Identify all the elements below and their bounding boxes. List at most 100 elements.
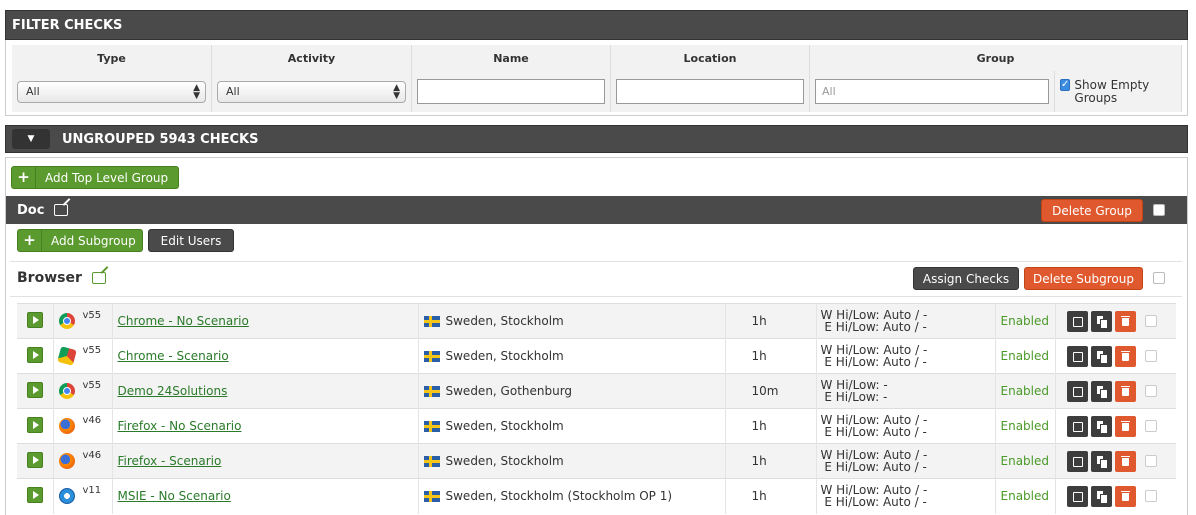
ungrouped-header[interactable]: ▼ UNGROUPED 5943 CHECKS [5, 125, 1188, 153]
check-status: Enabled [1000, 314, 1050, 328]
sweden-flag-icon [423, 351, 440, 362]
divider [10, 261, 1182, 262]
plus-icon: + [18, 230, 42, 251]
add-top-level-group-button[interactable]: + Add Top Level Group [11, 166, 179, 189]
error-threshold: E Hi/Low: Auto / - [820, 355, 927, 369]
type-select[interactable]: All ▲ ▼ [17, 80, 206, 103]
select-arrows-icon: ▲ ▼ [393, 82, 400, 101]
copy-check-icon[interactable] [1090, 345, 1112, 367]
copy-check-icon[interactable] [1090, 485, 1112, 507]
filter-col-location: Location [610, 45, 810, 71]
add-top-level-group-label: Add Top Level Group [45, 170, 169, 185]
subgroup-select-checkbox[interactable] [1153, 272, 1165, 284]
run-check-button[interactable] [27, 416, 43, 433]
activity-select-value: All [226, 84, 240, 98]
check-select-checkbox[interactable] [1144, 420, 1157, 432]
error-threshold: E Hi/Low: - [820, 390, 888, 404]
check-name-link[interactable]: Firefox - No Scenario [113, 419, 242, 433]
delete-group-label: Delete Group [1052, 203, 1132, 218]
run-check-button[interactable] [27, 451, 43, 468]
filter-checks-header: FILTER CHECKS [5, 10, 1188, 40]
group-select-checkbox[interactable] [1153, 204, 1165, 216]
edit-check-icon[interactable] [1066, 345, 1088, 367]
check-interval: 1h [751, 419, 767, 433]
delete-check-icon[interactable] [1114, 310, 1136, 332]
edit-group-icon[interactable] [54, 204, 69, 216]
error-threshold: E Hi/Low: Auto / - [820, 320, 927, 334]
copy-check-icon[interactable] [1090, 310, 1112, 332]
browser-version: v46 [82, 415, 102, 426]
assign-checks-label: Assign Checks [922, 271, 1010, 286]
filter-panel: Type Activity Name Location Group All ▲ ▼… [5, 40, 1188, 116]
location-input[interactable] [616, 79, 804, 104]
browser-version: v46 [82, 450, 102, 461]
assign-checks-button[interactable]: Assign Checks [913, 267, 1019, 290]
check-row: v55 Chrome - Scenario Sweden, Stockholm 1h W… [17, 338, 1176, 374]
check-interval: 1h [751, 489, 767, 504]
check-row: v55 Chrome - No Scenario Sweden, Stockholm… [17, 303, 1176, 339]
show-empty-groups-checkbox[interactable]: ✓ [1060, 78, 1071, 91]
check-interval: 1h [751, 454, 767, 468]
check-row: v55 Demo 24Solutions Sweden, Gothenburg 10m… [17, 373, 1176, 409]
check-select-checkbox[interactable] [1144, 315, 1157, 327]
copy-check-icon[interactable] [1090, 380, 1112, 402]
name-input[interactable] [417, 79, 605, 104]
check-interval: 1h [751, 314, 767, 328]
edit-check-icon[interactable] [1066, 380, 1088, 402]
check-name-link[interactable]: MSIE - No Scenario [113, 489, 231, 503]
check-status: Enabled [1000, 489, 1050, 504]
check-interval: 10m [751, 384, 779, 398]
delete-subgroup-button[interactable]: Delete Subgroup [1024, 267, 1143, 290]
chrome-scenario-icon [56, 346, 77, 366]
collapse-toggle-button[interactable]: ▼ [12, 129, 50, 149]
run-check-button[interactable] [27, 346, 43, 363]
delete-check-icon[interactable] [1114, 380, 1136, 402]
filter-col-activity: Activity [211, 45, 412, 71]
edit-check-icon[interactable] [1066, 310, 1088, 332]
delete-check-icon[interactable] [1114, 415, 1136, 437]
error-threshold: E Hi/Low: Auto / - [820, 495, 927, 510]
check-location: Sweden, Stockholm [445, 419, 564, 433]
browser-version: v55 [82, 380, 102, 391]
check-select-checkbox[interactable] [1144, 490, 1157, 503]
run-check-button[interactable] [27, 311, 43, 328]
subgroup-header: Browser [17, 270, 106, 286]
delete-check-icon[interactable] [1114, 345, 1136, 367]
check-name-link[interactable]: Chrome - Scenario [113, 349, 229, 363]
delete-check-icon[interactable] [1114, 450, 1136, 472]
add-subgroup-button[interactable]: + Add Subgroup [17, 229, 143, 252]
edit-users-button[interactable]: Edit Users [148, 229, 234, 252]
filter-checks-title: FILTER CHECKS [12, 18, 123, 33]
run-check-button[interactable] [27, 486, 43, 503]
check-location: Sweden, Stockholm [445, 454, 564, 468]
check-select-checkbox[interactable] [1144, 385, 1157, 397]
delete-check-icon[interactable] [1114, 485, 1136, 507]
show-empty-groups[interactable]: ✓ Show Empty Groups [1060, 77, 1176, 105]
edit-subgroup-icon[interactable] [91, 272, 106, 284]
copy-check-icon[interactable] [1090, 415, 1112, 437]
group-input[interactable]: All [815, 79, 1049, 104]
checks-table: v55 Chrome - No Scenario Sweden, Stockholm… [17, 303, 1176, 514]
check-select-checkbox[interactable] [1144, 350, 1157, 362]
check-name-link[interactable]: Chrome - No Scenario [113, 314, 249, 328]
filter-col-type: Type [12, 45, 212, 71]
filter-col-group: Group [809, 45, 1182, 71]
browser-version: v11 [82, 485, 102, 497]
check-row: v11 MSIE - No Scenario Sweden, Stockholm (… [17, 478, 1176, 514]
sweden-flag-icon [423, 386, 440, 397]
edit-check-icon[interactable] [1066, 450, 1088, 472]
check-name-link[interactable]: Demo 24Solutions [113, 384, 228, 398]
copy-check-icon[interactable] [1090, 450, 1112, 472]
check-select-checkbox[interactable] [1144, 455, 1157, 467]
check-name-link[interactable]: Firefox - Scenario [113, 454, 222, 468]
error-threshold: E Hi/Low: Auto / - [820, 425, 927, 439]
filter-table: Type Activity Name Location Group All ▲ ▼… [12, 45, 1182, 112]
delete-group-button[interactable]: Delete Group [1041, 199, 1143, 222]
edit-check-icon[interactable] [1066, 415, 1088, 437]
activity-select[interactable]: All ▲ ▼ [217, 80, 406, 103]
show-empty-groups-label: Show Empty Groups [1074, 77, 1150, 105]
edit-check-icon[interactable] [1066, 485, 1088, 507]
plus-icon: + [12, 167, 36, 188]
run-check-button[interactable] [27, 381, 43, 398]
filter-col-name: Name [411, 45, 611, 71]
